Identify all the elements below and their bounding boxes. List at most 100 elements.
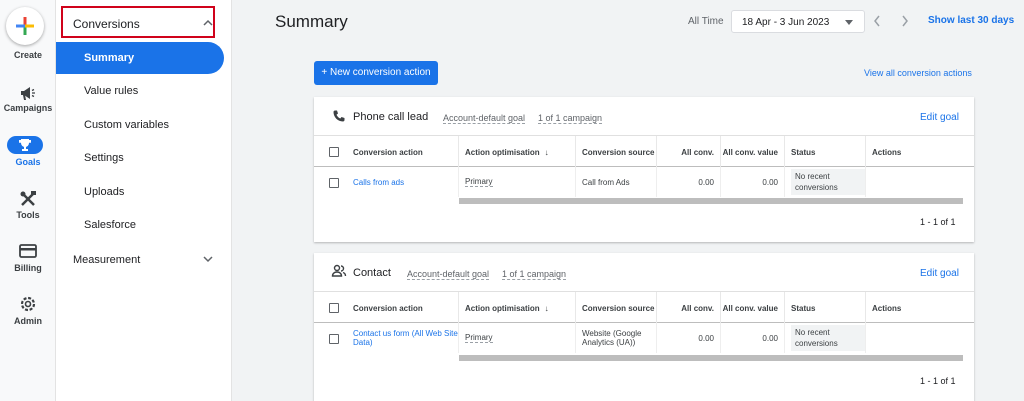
next-period-icon[interactable]	[901, 15, 909, 27]
left-rail: Create Campaigns Goals Tools Billing Adm…	[0, 0, 56, 401]
column-header-action-optimisation[interactable]: Action optimisation ↓	[459, 136, 576, 168]
action-optimisation-value[interactable]: Primary	[465, 177, 493, 187]
goal-card-header: Contact Account-default goal 1 of 1 camp…	[314, 253, 974, 291]
trophy-icon	[19, 139, 31, 151]
subnav-item-custom-variables[interactable]: Custom variables	[56, 109, 224, 141]
subnav-item-uploads[interactable]: Uploads	[56, 176, 224, 208]
column-header-all-conv-value[interactable]: All conv. value	[721, 136, 785, 168]
column-header-conversion-source[interactable]: Conversion source	[576, 136, 657, 168]
contacts-icon	[331, 264, 347, 277]
conversions-section-highlight[interactable]: Conversions	[61, 6, 215, 38]
admin-label[interactable]: Admin	[0, 316, 56, 326]
actions-cell	[866, 323, 974, 353]
goal-card-phone-call-lead: Phone call lead Account-default goal 1 o…	[314, 97, 974, 242]
account-default-goal-label[interactable]: Account-default goal	[443, 113, 526, 124]
gear-icon[interactable]	[17, 293, 39, 315]
phone-icon	[333, 110, 345, 122]
column-header-status[interactable]: Status	[785, 292, 866, 324]
date-range-label: All Time	[688, 16, 724, 27]
table-row: Calls from ads Primary Call from Ads 0.0…	[314, 167, 974, 197]
horizontal-scrollbar[interactable]	[459, 198, 963, 204]
edit-goal-button[interactable]: Edit goal	[920, 268, 959, 279]
megaphone-icon[interactable]	[17, 82, 39, 104]
select-all-checkbox[interactable]	[329, 303, 339, 313]
column-header-all-conv[interactable]: All conv.	[657, 292, 721, 324]
pagination-label: 1 - 1 of 1	[920, 376, 956, 386]
subnav-item-summary[interactable]: Summary	[56, 42, 224, 74]
conversions-subnav: Conversions Summary Value rules Custom v…	[56, 0, 232, 401]
status-cell: No recent conversions	[785, 167, 866, 197]
column-header-conversion-source[interactable]: Conversion source	[576, 292, 657, 324]
measurement-section-label[interactable]: Measurement	[73, 254, 140, 266]
column-header-conversion-action[interactable]: Conversion action	[346, 292, 459, 324]
conversion-action-link[interactable]: Calls from ads	[353, 178, 404, 187]
select-all-checkbox[interactable]	[329, 147, 339, 157]
tools-icon[interactable]	[17, 188, 39, 210]
table-header: Conversion action Action optimisation ↓ …	[314, 291, 974, 324]
chevron-down-icon[interactable]	[203, 256, 213, 263]
all-conv-value-cell: 0.00	[721, 167, 785, 197]
conversion-source-cell: Call from Ads	[576, 167, 657, 197]
main-content: Summary All Time 18 Apr - 3 Jun 2023 Sho…	[232, 0, 1024, 401]
goals-label[interactable]: Goals	[0, 157, 56, 167]
page-title: Summary	[275, 12, 348, 31]
column-header-all-conv[interactable]: All conv.	[657, 136, 721, 168]
date-range-select[interactable]: 18 Apr - 3 Jun 2023	[731, 10, 865, 33]
conversion-action-cell: Contact us form (All Web Site Data)	[346, 323, 459, 353]
status-badge: No recent conversions	[791, 169, 865, 195]
conversion-action-cell: Calls from ads	[346, 167, 459, 197]
subnav-item-settings[interactable]: Settings	[56, 142, 224, 174]
campaign-count-label[interactable]: 1 of 1 campaign	[502, 269, 567, 280]
account-default-goal-label[interactable]: Account-default goal	[407, 269, 490, 280]
date-range-value: 18 Apr - 3 Jun 2023	[742, 17, 830, 28]
previous-period-icon[interactable]	[873, 15, 881, 27]
create-label: Create	[13, 50, 42, 60]
status-badge: No recent conversions	[791, 325, 865, 351]
sort-arrow-down-icon: ↓	[544, 303, 549, 313]
action-optimisation-cell: Primary	[459, 323, 576, 353]
show-last-30-days-link[interactable]: Show last 30 days	[928, 15, 1014, 26]
campaigns-label[interactable]: Campaigns	[0, 103, 56, 113]
column-header-conversion-action[interactable]: Conversion action	[346, 136, 459, 168]
sort-arrow-down-icon: ↓	[544, 147, 549, 157]
actions-cell	[866, 167, 974, 197]
column-header-label: Action optimisation	[465, 303, 540, 313]
row-checkbox[interactable]	[329, 178, 339, 188]
column-header-all-conv-value[interactable]: All conv. value	[721, 292, 785, 324]
chevron-up-icon[interactable]	[203, 19, 213, 26]
billing-label[interactable]: Billing	[0, 263, 56, 273]
subnav-item-salesforce[interactable]: Salesforce	[56, 209, 224, 241]
tools-label[interactable]: Tools	[0, 210, 56, 220]
all-conv-cell: 0.00	[657, 323, 721, 353]
table-row: Contact us form (All Web Site Data) Prim…	[314, 323, 974, 353]
subnav-item-value-rules[interactable]: Value rules	[56, 75, 224, 107]
status-cell: No recent conversions	[785, 323, 866, 353]
table-header: Conversion action Action optimisation ↓ …	[314, 135, 974, 168]
goals-nav-button[interactable]	[7, 136, 43, 154]
goal-title: Phone call lead	[353, 111, 429, 123]
column-header-action-optimisation[interactable]: Action optimisation ↓	[459, 292, 576, 324]
edit-goal-button[interactable]: Edit goal	[920, 112, 959, 123]
conversions-section-label: Conversions	[73, 17, 140, 31]
conversion-source-cell: Website (Google Analytics (UA))	[576, 323, 657, 353]
dropdown-caret-icon	[845, 20, 853, 25]
goal-card-header: Phone call lead Account-default goal 1 o…	[314, 97, 974, 135]
row-checkbox[interactable]	[329, 334, 339, 344]
plus-icon	[16, 17, 34, 35]
action-optimisation-cell: Primary	[459, 167, 576, 197]
column-header-status[interactable]: Status	[785, 136, 866, 168]
conversion-action-link[interactable]: Contact us form (All Web Site Data)	[353, 329, 458, 347]
goal-title: Contact	[353, 267, 391, 279]
campaign-count-label[interactable]: 1 of 1 campaign	[538, 113, 603, 124]
horizontal-scrollbar[interactable]	[459, 355, 963, 361]
action-optimisation-value[interactable]: Primary	[465, 333, 493, 343]
credit-card-icon[interactable]	[17, 240, 39, 262]
all-conv-cell: 0.00	[657, 167, 721, 197]
column-header-actions: Actions	[872, 303, 902, 313]
column-header-label: Action optimisation	[465, 147, 540, 157]
goal-card-contact: Contact Account-default goal 1 of 1 camp…	[314, 253, 974, 401]
new-conversion-action-button[interactable]: + New conversion action	[314, 61, 438, 85]
create-button[interactable]	[6, 7, 44, 45]
view-all-conversion-actions-link[interactable]: View all conversion actions	[864, 68, 972, 78]
pagination-label: 1 - 1 of 1	[920, 217, 956, 227]
